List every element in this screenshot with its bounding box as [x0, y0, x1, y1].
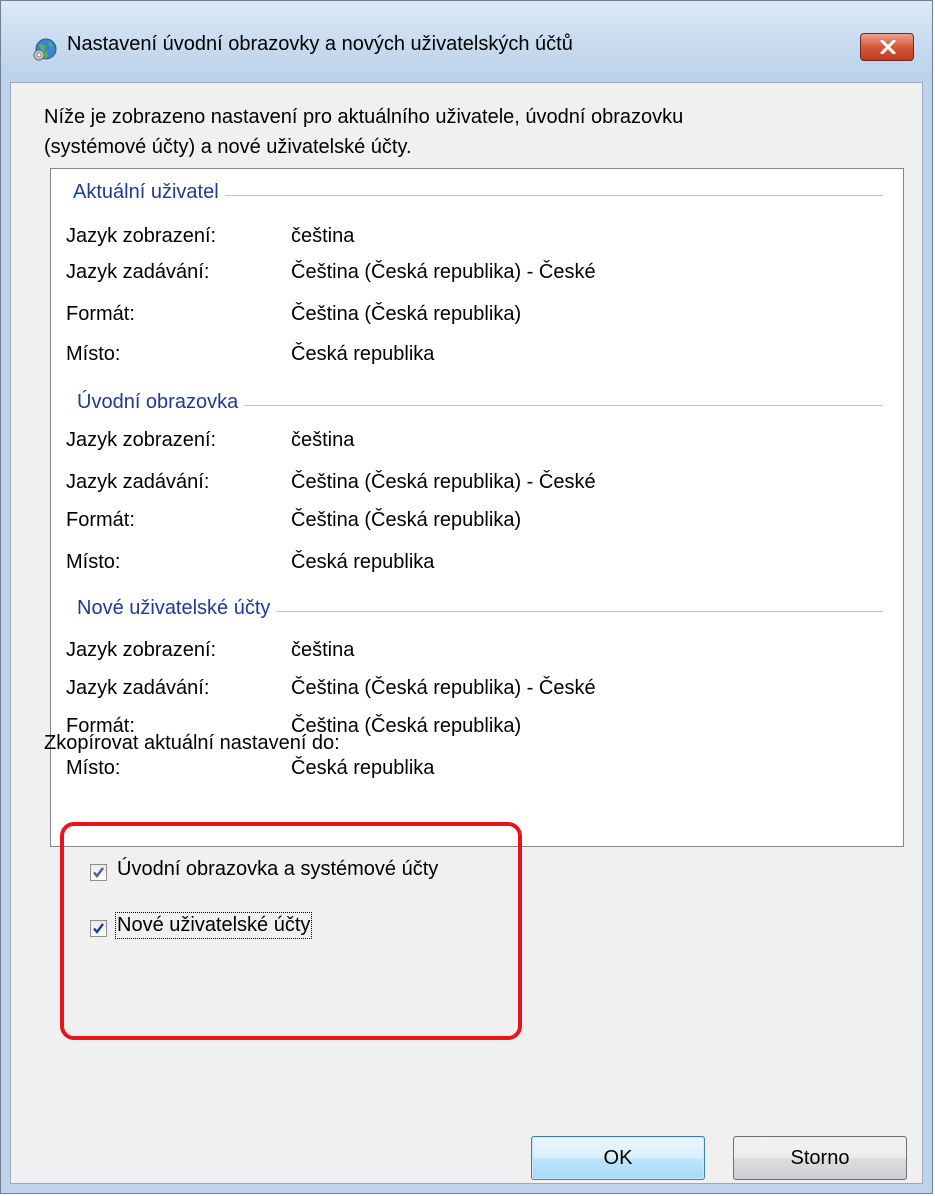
setting-key: Formát:: [66, 303, 135, 325]
setting-value: Česká republika: [291, 551, 435, 573]
setting-key: Místo:: [66, 757, 121, 779]
setting-key: Místo:: [66, 343, 121, 365]
section-heading-welcome-screen: Úvodní obrazovka: [77, 391, 883, 421]
cancel-button[interactable]: Storno: [733, 1136, 907, 1180]
intro-line-2: (systémové účty) a nové uživatelské účty…: [44, 136, 412, 158]
ok-button[interactable]: OK: [531, 1136, 705, 1180]
close-icon: [880, 40, 896, 54]
section-heading-new-accounts: Nové uživatelské účty: [77, 597, 883, 627]
window-title: Nastavení úvodní obrazovky a nových uživ…: [67, 33, 573, 55]
setting-value: Čeština (Česká republika): [291, 303, 522, 325]
setting-value: Česká republika: [291, 343, 435, 365]
section-heading-label: Nové uživatelské účty: [77, 597, 277, 620]
setting-value: čeština: [291, 429, 355, 451]
setting-value: čeština: [291, 639, 355, 661]
copy-settings-label: Zkopírovat aktuální nastavení do:: [44, 732, 340, 754]
setting-key: Jazyk zadávání:: [66, 471, 210, 493]
setting-value: Česká republika: [291, 757, 435, 779]
setting-key: Formát:: [66, 509, 135, 531]
title-bar[interactable]: Nastavení úvodní obrazovky a nových uživ…: [1, 1, 932, 81]
section-heading-label: Aktuální uživatel: [73, 181, 225, 204]
setting-key: Jazyk zadávání:: [66, 677, 210, 699]
intro-text: Níže je zobrazeno nastavení pro aktuální…: [44, 102, 864, 162]
setting-key: Jazyk zobrazení:: [66, 225, 217, 247]
setting-key: Místo:: [66, 551, 121, 573]
globe-settings-icon: [33, 38, 57, 61]
setting-value: Čeština (Česká republika): [291, 509, 522, 531]
setting-value: Čeština (Česká republika) - České: [291, 261, 596, 283]
setting-value: Čeština (Česká republika) - České: [291, 471, 596, 493]
section-heading-current-user: Aktuální uživatel: [73, 181, 883, 211]
section-heading-label: Úvodní obrazovka: [77, 391, 245, 414]
setting-key: Jazyk zobrazení:: [66, 429, 217, 451]
setting-value: čeština: [291, 225, 355, 247]
close-button[interactable]: [860, 33, 914, 61]
setting-key: Jazyk zobrazení:: [66, 639, 217, 661]
intro-line-1: Níže je zobrazeno nastavení pro aktuální…: [44, 106, 684, 128]
setting-key: Jazyk zadávání:: [66, 261, 210, 283]
annotation-highlight: [60, 822, 522, 1040]
setting-value: Čeština (Česká republika) - České: [291, 677, 596, 699]
